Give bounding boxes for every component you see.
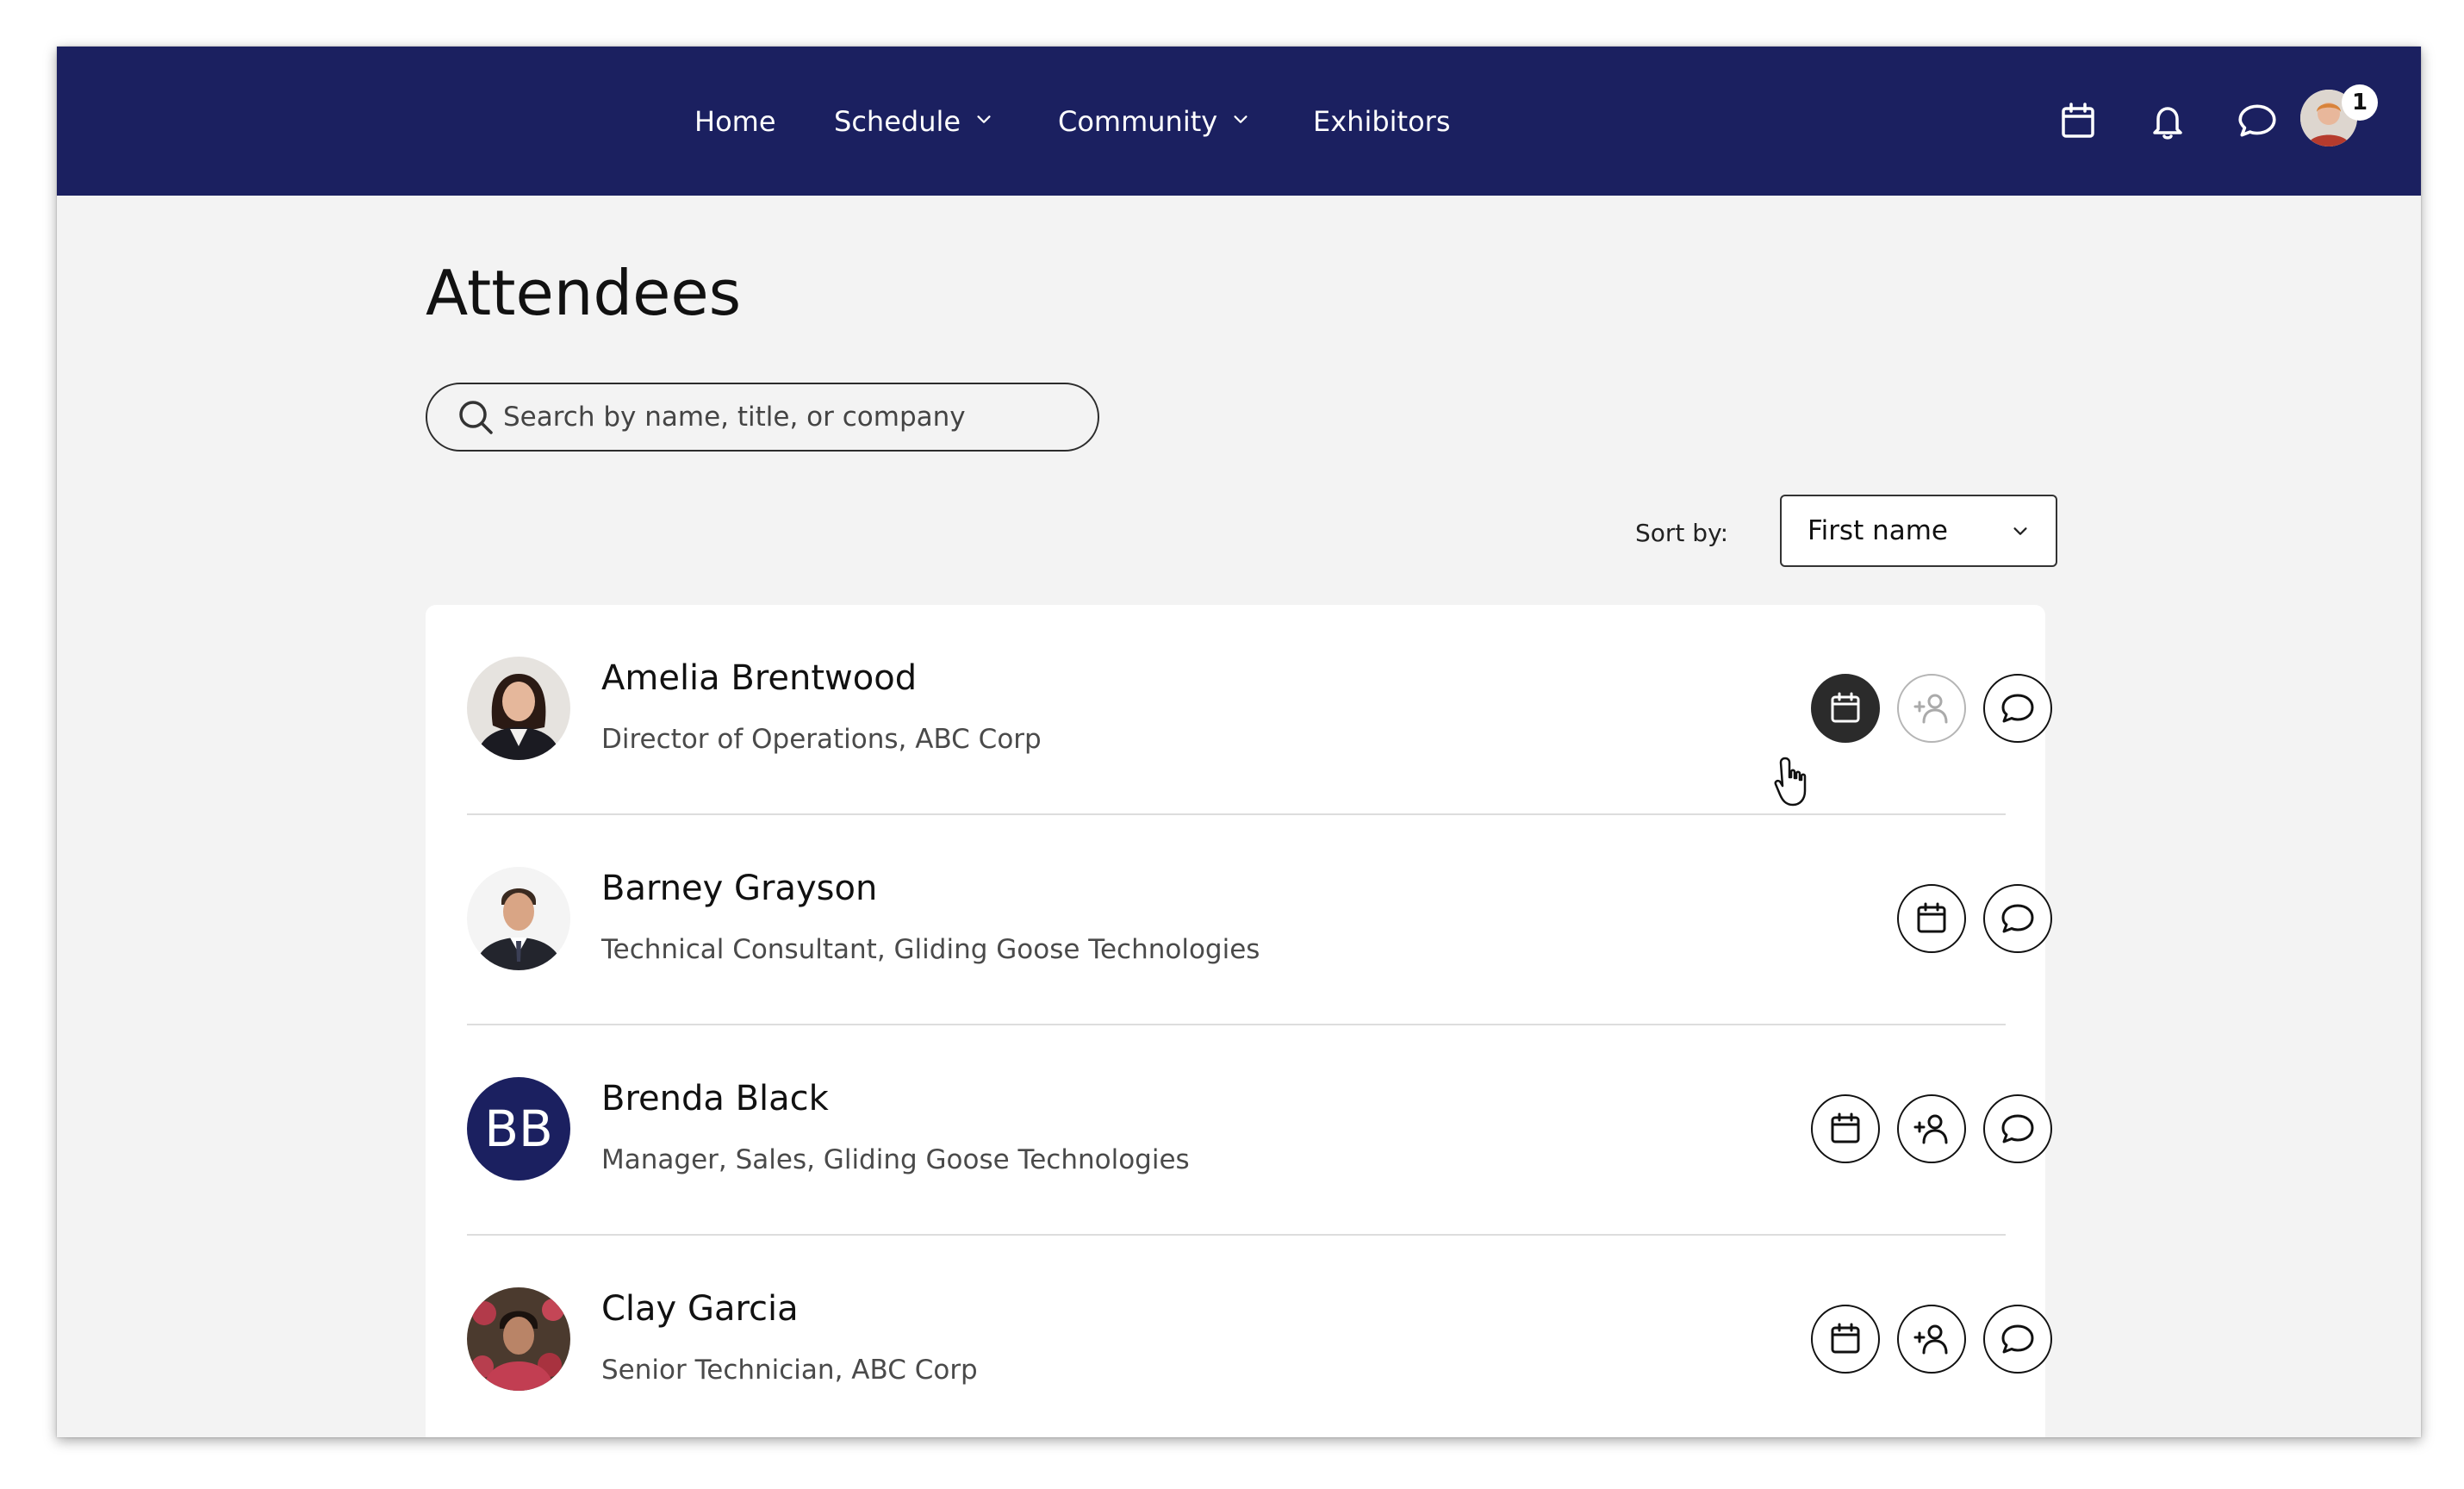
- search-input[interactable]: [501, 401, 1056, 433]
- sort-label: Sort by:: [1635, 519, 1729, 547]
- add-contact-button[interactable]: [1897, 1305, 1966, 1374]
- chat-icon[interactable]: [2233, 97, 2281, 145]
- chevron-down-icon: [2013, 527, 2027, 535]
- nav-exhibitors[interactable]: Exhibitors: [1313, 47, 1450, 196]
- add-contact-button[interactable]: [1897, 1094, 1966, 1163]
- page-title: Attendees: [426, 257, 742, 329]
- chevron-down-icon: [977, 115, 991, 123]
- attendee-title: Senior Technician, ABC Corp: [601, 1355, 978, 1386]
- attendee-name[interactable]: Brenda Black: [601, 1079, 829, 1118]
- add-contact-icon: [1913, 1324, 1948, 1355]
- search-icon: [459, 401, 493, 434]
- chat-icon: [2001, 1324, 2034, 1354]
- attendee-name[interactable]: Barney Grayson: [601, 869, 877, 908]
- calendar-icon: [1917, 902, 1946, 933]
- attendee-row: Barney Grayson Technical Consultant, Gli…: [467, 815, 2052, 1025]
- nav-exhibitors-label: Exhibitors: [1313, 104, 1451, 138]
- attendee-avatar[interactable]: [467, 657, 570, 760]
- attendee-avatar-initials[interactable]: BB: [467, 1077, 570, 1181]
- chat-icon: [2001, 1114, 2034, 1143]
- message-button[interactable]: [1983, 884, 2052, 953]
- add-contact-button[interactable]: [1897, 674, 1966, 743]
- message-button[interactable]: [1983, 1305, 2052, 1374]
- schedule-meeting-button[interactable]: [1897, 884, 1966, 953]
- sort-selected-value: First name: [1808, 515, 1949, 546]
- schedule-meeting-button[interactable]: [1811, 674, 1880, 743]
- top-navbar: Home Schedule Community Exhibitors 1: [57, 47, 2421, 196]
- calendar-icon[interactable]: [2054, 97, 2102, 145]
- chat-icon: [2001, 904, 2034, 933]
- calendar-icon: [1831, 692, 1860, 723]
- attendee-name[interactable]: Clay Garcia: [601, 1289, 799, 1329]
- nav-schedule-label: Schedule: [834, 104, 961, 138]
- attendee-title: Director of Operations, ABC Corp: [601, 724, 1042, 755]
- app-window: Home Schedule Community Exhibitors 1 Att…: [57, 47, 2421, 1437]
- attendee-title: Technical Consultant, Gliding Goose Tech…: [601, 934, 1260, 965]
- add-contact-icon: [1913, 694, 1948, 724]
- attendee-row: BB Brenda Black Manager, Sales, Gliding …: [467, 1025, 2052, 1236]
- attendee-avatar[interactable]: [467, 867, 570, 970]
- calendar-icon: [1831, 1112, 1860, 1143]
- bell-icon[interactable]: [2144, 97, 2192, 145]
- attendee-row: Clay Garcia Senior Technician, ABC Corp: [467, 1236, 2052, 1437]
- nav-community[interactable]: Community: [1058, 47, 1250, 196]
- schedule-meeting-button[interactable]: [1811, 1305, 1880, 1374]
- message-button[interactable]: [1983, 674, 2052, 743]
- attendee-name[interactable]: Amelia Brentwood: [601, 658, 917, 698]
- attendee-title: Manager, Sales, Gliding Goose Technologi…: [601, 1144, 1190, 1175]
- nav-schedule[interactable]: Schedule: [834, 47, 993, 196]
- message-button[interactable]: [1983, 1094, 2052, 1163]
- notification-badge: 1: [2342, 84, 2378, 121]
- chevron-down-icon: [1234, 115, 1248, 123]
- add-contact-icon: [1913, 1114, 1948, 1144]
- hand-pointer-icon: [1774, 757, 1807, 807]
- calendar-icon: [1831, 1323, 1860, 1354]
- attendee-list: Amelia Brentwood Director of Operations,…: [426, 605, 2052, 1437]
- nav-home-label: Home: [694, 104, 776, 138]
- sort-dropdown[interactable]: First name: [1780, 495, 2057, 567]
- attendee-avatar[interactable]: [467, 1287, 570, 1391]
- search-box[interactable]: [426, 383, 1099, 452]
- nav-home[interactable]: Home: [694, 47, 776, 196]
- nav-community-label: Community: [1058, 104, 1218, 138]
- chat-icon: [2001, 694, 2034, 723]
- schedule-meeting-button[interactable]: [1811, 1094, 1880, 1163]
